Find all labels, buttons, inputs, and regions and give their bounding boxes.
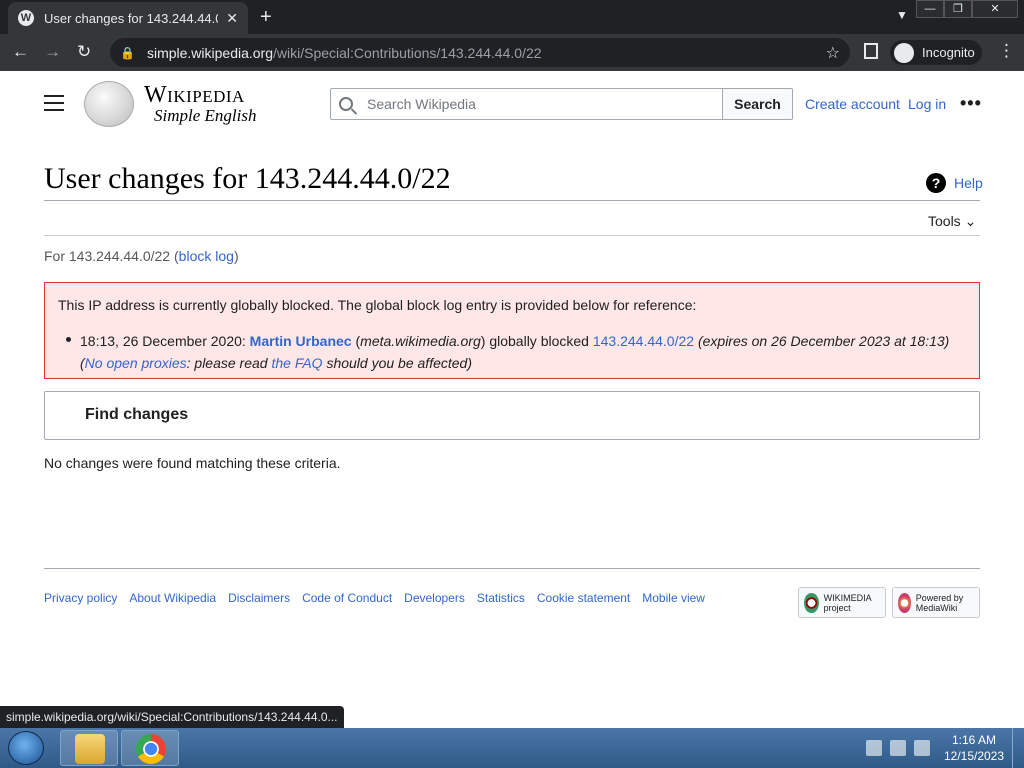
create-account-link[interactable]: Create account: [805, 96, 900, 112]
wikimedia-badge-text: WIKIMEDIA project: [823, 592, 872, 613]
wikipedia-tagline: Simple English: [154, 106, 257, 125]
footer-link-developers[interactable]: Developers: [404, 591, 465, 605]
network-icon[interactable]: [914, 740, 930, 756]
show-desktop-button[interactable]: [1012, 728, 1024, 768]
footer-link-about[interactable]: About Wikipedia: [129, 591, 216, 605]
bullet-icon: [66, 337, 71, 342]
system-tray: [866, 740, 930, 756]
no-changes-message: No changes were found matching these cri…: [44, 455, 341, 471]
faq-link[interactable]: the FAQ: [271, 355, 322, 371]
subtitle-target: For 143.244.44.0/22: [44, 248, 171, 264]
contributions-subtitle: For 143.244.44.0/22 (block log): [44, 248, 239, 264]
close-tab-icon[interactable]: ✕: [226, 10, 238, 27]
block-log-link[interactable]: block log: [179, 248, 234, 264]
link-hover-statusbar: simple.wikipedia.org/wiki/Special:Contri…: [0, 706, 344, 728]
incognito-label: Incognito: [922, 45, 975, 60]
help-label: Help: [954, 175, 983, 191]
chrome-icon: [136, 734, 166, 764]
blocked-target-link[interactable]: 143.244.44.0/22: [593, 333, 694, 349]
main-menu-icon[interactable]: [44, 95, 64, 116]
url-path: /wiki/Special:Contributions/143.244.44.0…: [273, 44, 542, 61]
block-expiry: (expires on 26 December 2023 at 18:13): [697, 333, 950, 349]
back-arrow-icon[interactable]: ←: [12, 42, 29, 62]
taskbar-clock[interactable]: 1:16 AM 12/15/2023: [938, 732, 1010, 764]
footer-link-privacy[interactable]: Privacy policy: [44, 591, 117, 605]
restore-icon[interactable]: ❐: [944, 0, 972, 18]
wikipedia-favicon-icon: W: [18, 10, 34, 26]
footer-link-statistics[interactable]: Statistics: [477, 591, 525, 605]
close-window-icon[interactable]: ✕: [972, 0, 1018, 18]
admin-user-link[interactable]: Martin Urbanec: [250, 333, 352, 349]
page-title: User changes for 143.244.44.0/22: [44, 162, 451, 195]
wikipedia-page: Wikipedia Simple English Search Create a…: [0, 71, 1024, 726]
footer-divider: [44, 568, 980, 569]
no-open-proxies-link[interactable]: No open proxies: [85, 355, 187, 371]
bookmark-star-icon[interactable]: ☆: [826, 43, 840, 63]
wikimedia-project-badge[interactable]: WIKIMEDIA project: [798, 587, 886, 618]
tools-divider: [44, 235, 980, 236]
clock-time: 1:16 AM: [951, 733, 997, 747]
footer-link-disclaimers[interactable]: Disclaimers: [228, 591, 290, 605]
side-panel-icon[interactable]: [864, 43, 878, 59]
search-input[interactable]: [367, 96, 697, 112]
browser-menu-icon[interactable]: ⋮: [998, 41, 1015, 61]
admin-site: meta.wikimedia.org: [360, 333, 481, 349]
folder-icon: [75, 734, 105, 764]
minimize-icon[interactable]: —: [916, 0, 944, 18]
wikipedia-globe-logo[interactable]: [84, 81, 134, 127]
mediawiki-badge-text: Powered by MediaWiki: [915, 592, 964, 613]
block-action: globally blocked: [489, 333, 589, 349]
taskbar-explorer[interactable]: [60, 730, 118, 766]
title-divider: [44, 200, 980, 201]
mediawiki-logo-icon: [898, 592, 911, 613]
search-box: [330, 88, 724, 120]
window-controls: — ❐ ✕: [916, 0, 1018, 18]
global-block-notice: This IP address is currently globally bl…: [44, 282, 980, 379]
browser-tabbar: W User changes for 143.244.44.0/22 ✕ + ▼…: [0, 0, 1024, 34]
block-log-entry: 18:13, 26 December 2020: Martin Urbanec …: [66, 330, 965, 374]
browser-toolbar: ← → ↻ 🔒 simple.wikipedia.org /wiki/Speci…: [0, 34, 1024, 71]
footer-link-mobile[interactable]: Mobile view: [642, 591, 705, 605]
start-button-icon[interactable]: [8, 731, 44, 765]
new-tab-icon[interactable]: +: [260, 6, 272, 29]
windows-taskbar: 1:16 AM 12/15/2023: [0, 728, 1024, 768]
search-icon: [339, 97, 353, 111]
browser-tab[interactable]: W User changes for 143.244.44.0/22 ✕: [8, 2, 248, 34]
reason-end-text: should you be affected): [326, 355, 472, 371]
lock-icon[interactable]: 🔒: [120, 46, 135, 60]
incognito-indicator[interactable]: Incognito: [890, 40, 982, 65]
mediawiki-badge[interactable]: Powered by MediaWiki: [892, 587, 980, 618]
tools-dropdown[interactable]: Tools ⌄: [928, 213, 976, 230]
footer-link-cookie[interactable]: Cookie statement: [537, 591, 630, 605]
footer-links: Privacy policy About Wikipedia Disclaime…: [44, 591, 705, 605]
footer-link-code-of-conduct[interactable]: Code of Conduct: [302, 591, 392, 605]
wikimedia-logo-icon: [804, 592, 819, 613]
url-host: simple.wikipedia.org: [146, 44, 274, 61]
help-link[interactable]: ? Help: [926, 173, 983, 193]
tools-label: Tools: [928, 213, 961, 229]
block-notice-intro: This IP address is currently globally bl…: [58, 297, 697, 313]
log-in-link[interactable]: Log in: [908, 96, 946, 112]
wikipedia-wordmark[interactable]: Wikipedia: [144, 82, 245, 109]
chevron-down-icon: ⌄: [964, 213, 977, 229]
incognito-icon: [894, 42, 914, 63]
tab-search-chevron-icon[interactable]: ▼: [896, 8, 908, 22]
search-button[interactable]: Search: [722, 88, 793, 120]
taskbar-chrome[interactable]: [121, 730, 179, 766]
reload-icon[interactable]: ↻: [77, 42, 91, 62]
forward-arrow-icon[interactable]: →: [44, 42, 61, 62]
help-icon: ?: [926, 173, 946, 193]
clock-date: 12/15/2023: [943, 749, 1005, 763]
address-bar[interactable]: 🔒 simple.wikipedia.org /wiki/Special:Con…: [110, 38, 850, 67]
tab-title: User changes for 143.244.44.0/22: [44, 10, 218, 26]
volume-muted-icon[interactable]: [890, 740, 906, 756]
find-changes-toggle[interactable]: Find changes: [44, 391, 980, 440]
action-center-flag-icon[interactable]: [866, 740, 882, 756]
block-timestamp: 18:13, 26 December 2020:: [80, 333, 246, 349]
more-options-icon[interactable]: •••: [960, 93, 982, 114]
reason-text: : please read: [186, 355, 268, 371]
